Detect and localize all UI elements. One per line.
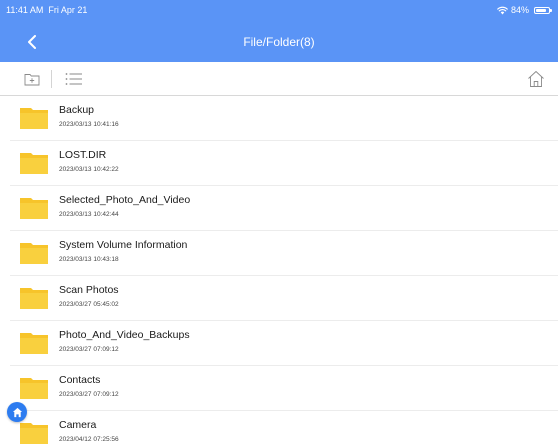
- list-item[interactable]: Contacts 2023/03/27 07:09:12: [0, 366, 558, 411]
- list-item[interactable]: Backup 2023/03/13 10:41:16: [0, 96, 558, 141]
- list-item[interactable]: Photo_And_Video_Backups 2023/03/27 07:09…: [0, 321, 558, 366]
- file-date: 2023/03/27 05:45:02: [59, 301, 119, 308]
- battery-icon: [534, 6, 552, 14]
- file-date: 2023/03/13 10:41:16: [59, 121, 119, 128]
- file-date: 2023/03/13 10:43:18: [59, 256, 119, 263]
- folder-icon: [20, 108, 48, 129]
- file-date: 2023/04/12 07:25:56: [59, 436, 119, 443]
- new-folder-button[interactable]: [20, 67, 44, 91]
- file-date: 2023/03/27 07:09:12: [59, 346, 119, 353]
- file-date: 2023/03/27 07:09:12: [59, 391, 119, 398]
- toolbar-divider: [51, 70, 52, 88]
- file-name: Selected_Photo_And_Video: [59, 194, 191, 206]
- list-view-icon: [65, 73, 82, 85]
- floating-home-button[interactable]: [7, 402, 27, 422]
- status-time: 11:41 AM: [6, 5, 44, 15]
- toolbar: [0, 62, 558, 96]
- file-list: Backup 2023/03/13 10:41:16 LOST.DIR 2023…: [0, 96, 558, 446]
- add-folder-icon: [24, 74, 40, 86]
- folder-icon: [20, 198, 48, 219]
- battery-percentage: 84%: [510, 5, 529, 15]
- file-name: Photo_And_Video_Backups: [59, 329, 190, 341]
- list-item[interactable]: Selected_Photo_And_Video 2023/03/13 10:4…: [0, 186, 558, 231]
- list-view-button[interactable]: [62, 67, 86, 91]
- folder-icon: [20, 288, 48, 309]
- file-name: Contacts: [59, 374, 101, 386]
- folder-icon: [20, 333, 48, 354]
- home-icon: [528, 71, 544, 87]
- status-indicators: 84%: [497, 5, 552, 15]
- file-name: Scan Photos: [59, 284, 119, 296]
- list-item[interactable]: LOST.DIR 2023/03/13 10:42:22: [0, 141, 558, 186]
- list-item[interactable]: System Volume Information 2023/03/13 10:…: [0, 231, 558, 276]
- folder-icon: [20, 243, 48, 264]
- file-name: Camera: [59, 419, 97, 431]
- wifi-icon: [497, 6, 508, 14]
- status-bar: 11:41 AM Fri Apr 21 84%: [0, 0, 558, 22]
- folder-icon: [20, 423, 48, 444]
- file-name: LOST.DIR: [59, 149, 107, 161]
- home-icon: [12, 407, 22, 417]
- file-date: 2023/03/13 10:42:22: [59, 166, 119, 173]
- folder-icon: [20, 378, 48, 399]
- nav-bar: File/Folder(8): [0, 22, 558, 62]
- status-date: Fri Apr 21: [48, 5, 88, 15]
- folder-icon: [20, 153, 48, 174]
- status-time-date: 11:41 AM Fri Apr 21: [6, 5, 87, 15]
- home-button[interactable]: [524, 67, 548, 91]
- file-name: System Volume Information: [59, 239, 188, 251]
- file-date: 2023/03/13 10:42:44: [59, 211, 119, 218]
- list-item[interactable]: Scan Photos 2023/03/27 05:45:02: [0, 276, 558, 321]
- list-item[interactable]: Camera 2023/04/12 07:25:56: [0, 411, 558, 446]
- page-title: File/Folder(8): [243, 35, 315, 49]
- file-name: Backup: [59, 104, 95, 116]
